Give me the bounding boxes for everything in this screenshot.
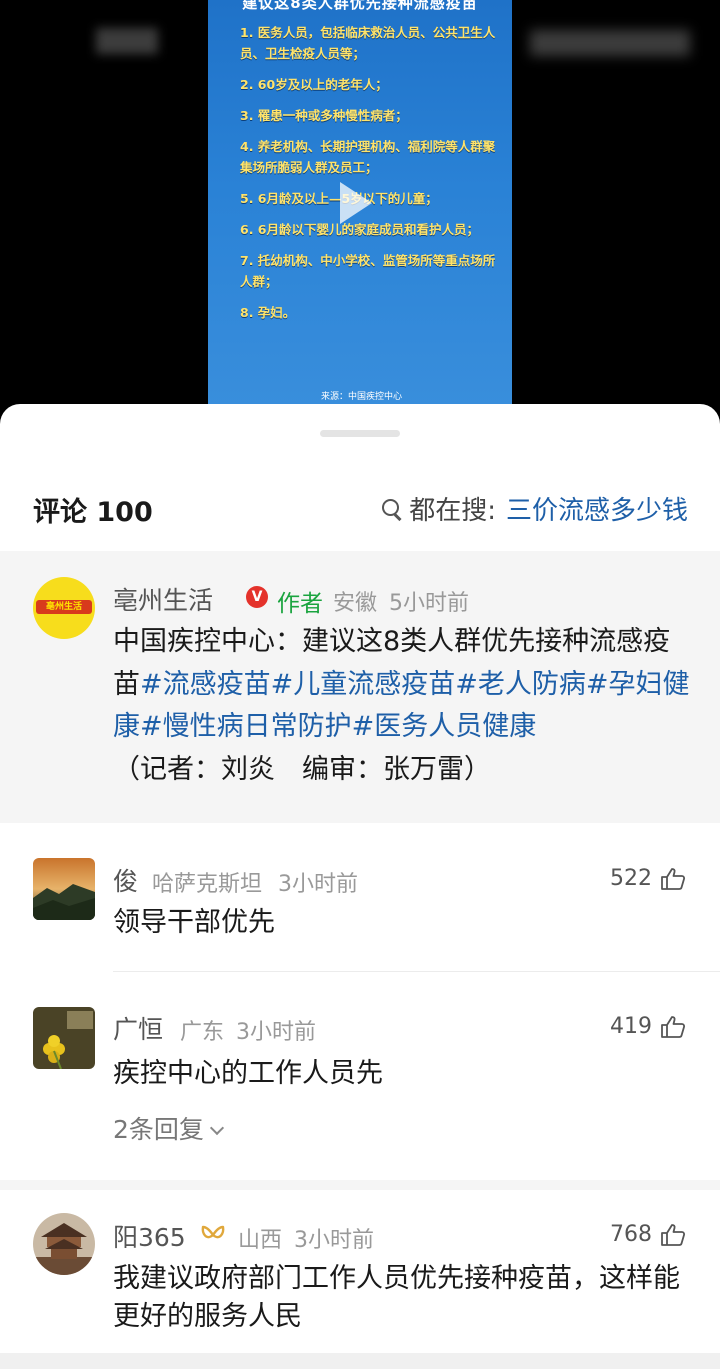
drag-handle[interactable] [320,430,400,437]
hot-search-prefix: 都在搜: [409,496,496,526]
bottom-bar [0,1353,720,1369]
commenter-name[interactable]: 俊 [113,862,138,898]
comment-text: 领导干部优先 [113,907,275,938]
poster-item: 3. 罹患一种或多种慢性病者； [240,108,408,123]
author-tag: 作者 [277,591,323,617]
poster-list: 1. 医务人员，包括临床救治人员、公共卫生人员、卫生检疫人员等； 2. 60岁及… [240,22,502,333]
verified-icon: V [246,586,268,608]
poster-item: 1. 医务人员，包括临床救治人员、公共卫生人员、卫生检疫人员等； [240,25,496,61]
comment-text: 我建议政府部门工作人员优先接种疫苗，这样能更好的服务人民 [113,1263,680,1332]
author-comment[interactable]: 亳州生活 亳州生活 V 作者 安徽 5小时前 中国疾控中心：建议这8类人群优先接… [0,551,720,823]
hashtag-link[interactable]: #流感疫苗 [140,669,271,700]
search-icon [381,498,403,520]
avatar[interactable] [33,1213,95,1275]
thumbs-up-icon [660,867,686,891]
comment-time: 5小时前 [389,591,469,616]
comment-item[interactable]: 阳365 山西 3小时前 768 我建议政府部门工作人员优先接种疫苗，这样能更好… [0,1210,720,1360]
avatar[interactable] [33,1007,95,1069]
blurred-overlay-left [96,28,158,54]
comment-item[interactable]: 俊 哈萨克斯坦 3小时前 522 领导干部优先 [0,854,720,974]
like-count: 768 [610,1222,652,1247]
hashtag-link[interactable]: #儿童流感疫苗 [271,669,456,700]
thumbs-up-icon [660,1223,686,1247]
video-player[interactable]: 建议这8类人群优先接种流感疫苗 1. 医务人员，包括临床救治人员、公共卫生人员、… [0,0,720,420]
thumbs-up-icon [660,1015,686,1039]
divider [113,971,720,972]
commenter-name[interactable]: 阳365 [113,1218,186,1254]
like-button[interactable]: 419 [610,1014,686,1039]
view-replies-button[interactable]: 2条回复 [113,1110,224,1146]
comment-location: 山西 [238,1228,283,1253]
comment-time: 3小时前 [294,1228,374,1253]
play-icon[interactable] [340,182,372,224]
commenter-name[interactable]: 广恒 [113,1010,163,1046]
comment-header: 评论 100 都在搜: 三价流感多少钱 [0,484,720,528]
hashtag-link[interactable]: #慢性病日常防护 [140,711,352,742]
commenter-name[interactable]: 亳州生活 [113,581,213,617]
hashtag-link[interactable]: #医务人员健康 [352,711,537,742]
comment-time: 3小时前 [236,1020,316,1045]
comment-time: 3小时前 [278,872,358,897]
like-button[interactable]: 522 [610,866,686,891]
avatar[interactable] [33,858,95,920]
poster-title: 建议这8类人群优先接种流感疫苗 [242,0,478,12]
comment-location: 广东 [180,1020,225,1045]
like-count: 522 [610,866,652,891]
hashtag-link[interactable]: #老人防病 [455,669,586,700]
comment-count: 评论 100 [33,497,153,528]
comment-text: 中国疾控中心：建议这8类人群优先接种流感疫苗#流感疫苗#儿童流感疫苗#老人防病#… [113,621,693,791]
member-badge-icon [200,1224,226,1250]
avatar[interactable]: 亳州生活 [33,577,95,639]
hot-search-term[interactable]: 三价流感多少钱 [506,490,688,527]
poster-item: 7. 托幼机构、中小学校、监管场所等重点场所人群； [240,253,496,289]
chevron-down-icon [209,1120,224,1136]
hot-search-link[interactable]: 都在搜: 三价流感多少钱 [381,490,688,527]
like-count: 419 [610,1014,652,1039]
like-button[interactable]: 768 [610,1222,686,1247]
section-separator [0,1180,720,1190]
comment-text-suffix: （记者：刘炎 编审：张万雷） [113,753,491,785]
poster-item: 8. 孕妇。 [240,305,296,320]
poster-source: 来源：中国疾控中心 [320,392,402,402]
comment-location: 哈萨克斯坦 [152,872,263,897]
comment-location: 安徽 [333,591,378,616]
avatar-logo-text: 亳州生活 [36,600,92,614]
blurred-overlay-right [530,30,690,56]
comment-text: 疾控中心的工作人员先 [113,1058,383,1089]
replies-label: 2条回复 [113,1115,204,1144]
poster-item: 4. 养老机构、长期护理机构、福利院等人群聚集场所脆弱人群及员工； [240,139,496,175]
comment-sheet: 评论 100 都在搜: 三价流感多少钱 亳州生活 亳州生活 V 作者 安徽 5小… [0,404,720,1369]
poster-item: 2. 60岁及以上的老年人； [240,77,388,92]
comment-item[interactable]: 广恒 广东 3小时前 419 疾控中心的工作人员先 2条回复 [0,1004,720,1204]
